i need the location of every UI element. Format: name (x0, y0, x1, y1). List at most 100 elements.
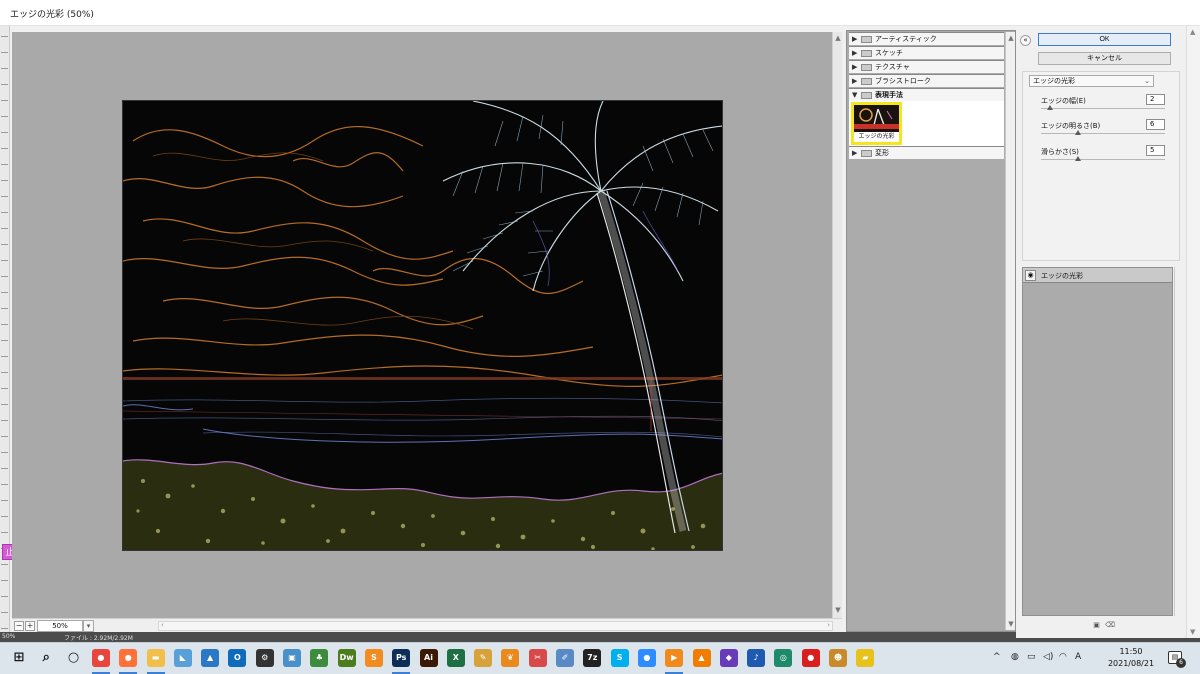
green-circle-app-icon[interactable]: ◎ (774, 649, 793, 667)
purple-app-icon[interactable]: ◆ (719, 649, 738, 667)
ruler-tick (1, 580, 8, 581)
edge-width-slider-thumb[interactable] (1046, 105, 1053, 110)
edge-width-slider-track[interactable] (1041, 108, 1165, 109)
window-scrollbar[interactable]: ▲ ▼ (1186, 26, 1200, 638)
network-status-icon[interactable]: ◍ (1011, 652, 1019, 662)
ruler-tick (1, 132, 8, 133)
scroll-down-arrow-icon[interactable]: ▼ (1190, 628, 1198, 636)
scroll-up-arrow-icon[interactable]: ▲ (1190, 28, 1198, 36)
sublime-text-icon[interactable]: S (364, 649, 383, 667)
clock-time[interactable]: 11:50 (1111, 647, 1151, 656)
collapse-gallery-button[interactable]: « (1020, 35, 1031, 46)
scroll-right-arrow-icon[interactable]: › (827, 621, 830, 629)
zoom-in-button[interactable]: + (25, 621, 35, 631)
glowing-edges-thumbnail[interactable]: エッジの光彩 (851, 102, 902, 145)
character-app-icon[interactable]: ☻ (829, 649, 847, 667)
photoshop-icon[interactable]: Ps (392, 649, 411, 667)
dreamweaver-icon[interactable]: Dw (337, 649, 356, 667)
ime-icon[interactable]: A (1075, 652, 1081, 662)
preview-vertical-scrollbar[interactable]: ▲ ▼ (832, 32, 842, 618)
feather-app-icon[interactable]: ✎ (474, 649, 493, 667)
ruler-tick (1, 484, 8, 485)
edge-brightness-input[interactable]: 6 (1146, 119, 1165, 130)
category-stylize[interactable]: ▼ 表現手法 (849, 88, 1004, 101)
paint-icon[interactable]: ✐ (556, 649, 574, 667)
skype-icon[interactable]: S (610, 649, 629, 667)
layers-scrollbar[interactable] (1174, 267, 1184, 616)
ruler-tick (1, 516, 8, 517)
green-app-icon[interactable]: ♣ (310, 649, 329, 667)
photos-icon[interactable]: ▲ (201, 649, 220, 667)
remote-desktop-icon[interactable]: ▣ (283, 649, 301, 667)
edge-width-input[interactable]: 2 (1146, 94, 1165, 105)
filter-type-select[interactable]: エッジの光彩 ⌄ (1029, 75, 1154, 87)
scroll-down-arrow-icon[interactable]: ▼ (1007, 620, 1015, 628)
category-artistic[interactable]: ▶ アーティスティック (849, 32, 1004, 45)
butterfly-app-icon[interactable]: ❦ (501, 649, 520, 667)
smoothness-input[interactable]: 5 (1146, 145, 1165, 156)
scroll-up-arrow-icon[interactable]: ▲ (834, 34, 842, 44)
volume-icon[interactable]: ◁) (1043, 652, 1053, 662)
cortana-icon[interactable]: ○ (65, 649, 83, 667)
ruler-tick (1, 564, 8, 565)
chrome-icon[interactable]: ● (91, 649, 110, 667)
category-sketch[interactable]: ▶ スケッチ (849, 46, 1004, 59)
preview-horizontal-scrollbar[interactable]: ‹ › (158, 621, 833, 631)
show-hidden-icons-caret-icon[interactable]: ^ (993, 652, 1001, 662)
edge-brightness-slider-thumb[interactable] (1075, 130, 1082, 135)
ruler-tick (1, 388, 8, 389)
zoom-dropdown-arrow-icon[interactable]: ▾ (83, 620, 94, 632)
edge-brightness-slider-track[interactable] (1041, 133, 1165, 134)
excel-icon[interactable]: X (446, 649, 465, 667)
settings-gear-icon[interactable]: ⚙ (255, 649, 274, 667)
battery-icon[interactable]: ▭ (1027, 652, 1036, 662)
7zip-icon[interactable]: 7z (583, 649, 602, 667)
new-layer-icon[interactable]: ▣ (1092, 621, 1101, 630)
sticky-notes-icon[interactable]: ▰ (856, 649, 875, 667)
status-doc-info: ファイル : 2.92M/2.92M (64, 635, 133, 642)
expand-arrow-icon: ▶ (852, 149, 858, 157)
vlc-icon[interactable]: ▲ (692, 649, 711, 667)
eye-visibility-icon[interactable]: ◉ (1025, 270, 1036, 281)
category-distort[interactable]: ▶ 変形 (849, 146, 1004, 159)
filter-list-scrollbar[interactable]: ▲ ▼ (1005, 32, 1015, 630)
ok-button[interactable]: OK (1038, 33, 1171, 46)
smoothness-slider-thumb[interactable] (1075, 156, 1082, 161)
window-title-bar: エッジの光彩 (50%) (0, 0, 1200, 26)
ruler-tick (1, 340, 8, 341)
music-app-icon[interactable]: ♪ (747, 649, 766, 667)
smoothness-slider-track[interactable] (1041, 159, 1165, 160)
zoom-out-button[interactable]: − (14, 621, 24, 631)
category-label: テクスチャ (875, 63, 910, 71)
firefox-icon[interactable]: ● (119, 649, 138, 667)
effect-layer-row[interactable]: ◉ エッジの光彩 (1023, 268, 1172, 283)
record-icon[interactable]: ● (801, 649, 820, 667)
trash-icon[interactable]: ⌫ (1105, 621, 1115, 630)
snipping-tool-icon[interactable]: ✂ (528, 649, 547, 667)
app-icon[interactable]: ◣ (173, 649, 192, 667)
cancel-button[interactable]: キャンセル (1038, 52, 1171, 65)
illustrator-icon[interactable]: Ai (419, 649, 438, 667)
scroll-down-arrow-icon[interactable]: ▼ (834, 606, 842, 616)
start-icon[interactable]: ⊞ (10, 649, 28, 667)
notification-count-badge: 6 (1176, 658, 1186, 668)
scroll-up-arrow-icon[interactable]: ▲ (1007, 34, 1015, 42)
clock-date[interactable]: 2021/08/21 (1098, 659, 1164, 668)
file-explorer-icon[interactable]: ▬ (146, 649, 165, 667)
wifi-icon[interactable]: ◠ (1059, 652, 1067, 662)
ruler-tick (1, 596, 8, 597)
zoom-icon[interactable]: ● (637, 649, 656, 667)
ruler-tick (1, 68, 8, 69)
search-icon[interactable]: ⌕ (37, 649, 55, 667)
category-texture[interactable]: ▶ テクスチャ (849, 60, 1004, 73)
filter-category-list: ▶ アーティスティック ▶ スケッチ ▶ テクスチャ ▶ ブラシストローク ▼ … (846, 30, 1016, 632)
filter-preview-image[interactable] (122, 100, 723, 551)
outlook-icon[interactable]: O (228, 649, 247, 667)
zoom-level-field[interactable]: 50% (37, 620, 83, 632)
expand-arrow-icon: ▶ (852, 35, 858, 43)
ruler-tick (1, 308, 8, 309)
media-player-icon[interactable]: ▶ (665, 649, 684, 667)
category-brush-strokes[interactable]: ▶ ブラシストローク (849, 74, 1004, 87)
collapse-arrow-icon: ▼ (852, 91, 858, 99)
scroll-left-arrow-icon[interactable]: ‹ (161, 621, 164, 629)
